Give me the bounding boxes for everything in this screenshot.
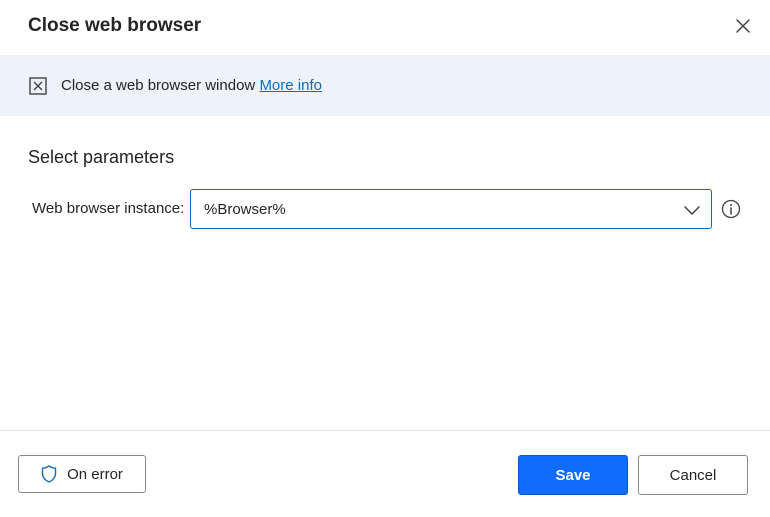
close-button[interactable] xyxy=(730,13,756,39)
save-button[interactable]: Save xyxy=(518,455,628,495)
footer-divider xyxy=(0,430,770,431)
browser-instance-value: %Browser% xyxy=(204,201,286,218)
banner-text: Close a web browser window xyxy=(61,77,256,94)
section-title: Select parameters xyxy=(28,147,175,167)
dialog-title: Close web browser xyxy=(28,15,202,36)
chevron-down-icon xyxy=(684,206,700,215)
on-error-label: On error xyxy=(67,465,123,483)
more-info-link[interactable]: More info xyxy=(259,77,322,94)
cancel-button[interactable]: Cancel xyxy=(638,455,748,495)
info-banner: Close a web browser window More info xyxy=(0,55,770,116)
info-icon[interactable] xyxy=(721,199,741,219)
browser-instance-dropdown[interactable]: %Browser% xyxy=(190,189,712,229)
banner-description: Close a web browser window More info xyxy=(61,76,322,96)
close-web-browser-dialog: Close web browser Close a web browser wi… xyxy=(0,0,770,517)
browser-instance-label: Web browser instance: xyxy=(32,200,185,217)
close-icon xyxy=(736,19,750,33)
close-window-icon xyxy=(29,77,47,95)
on-error-button[interactable]: On error xyxy=(18,455,146,493)
shield-icon xyxy=(41,465,57,483)
